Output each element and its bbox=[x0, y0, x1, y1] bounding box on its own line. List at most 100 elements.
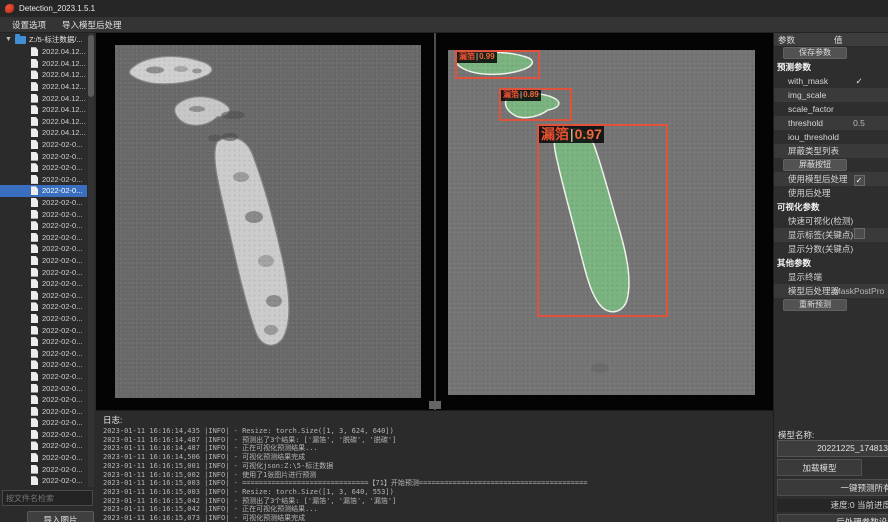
param-row: scale_factor bbox=[774, 102, 888, 116]
param-name: 其他参数 bbox=[777, 256, 811, 270]
file-item-label: 2022-02-0... bbox=[42, 326, 82, 335]
file-icon bbox=[31, 430, 38, 439]
menu-import-postprocess[interactable]: 导入模型后处理 bbox=[54, 18, 130, 32]
param-row: 显示分数(关键点) bbox=[774, 242, 888, 256]
param-name: threshold bbox=[788, 116, 823, 130]
file-item[interactable]: 2022.04.12... bbox=[0, 127, 87, 139]
file-item-label: 2022-02-0... bbox=[42, 465, 82, 474]
prediction-image bbox=[448, 50, 755, 395]
tree-root-folder[interactable]: ▼ Z:/5-标注数据/... bbox=[0, 33, 87, 46]
file-tree: ▼ Z:/5-标注数据/... 2022.04.12...2022.04.12.… bbox=[0, 33, 87, 487]
title-bar: Detection_2023.1.5.1 bbox=[0, 0, 888, 17]
param-row: threshold 0.5 bbox=[774, 116, 888, 130]
file-item-label: 2022-02-0... bbox=[42, 244, 82, 253]
file-item[interactable]: 2022-02-0... bbox=[0, 220, 87, 232]
file-item[interactable]: 2022-02-0... bbox=[0, 266, 87, 278]
file-item[interactable]: 2022-02-0... bbox=[0, 185, 87, 197]
file-item[interactable]: 2022-02-0... bbox=[0, 463, 87, 475]
predict-all-button[interactable]: 一键预测所有 bbox=[777, 479, 888, 496]
file-item[interactable]: 2022-02-0... bbox=[0, 232, 87, 244]
file-icon bbox=[31, 384, 38, 393]
file-icon bbox=[31, 94, 38, 103]
file-item-label: 2022.04.12... bbox=[42, 82, 86, 91]
file-item-label: 2022-02-0... bbox=[42, 430, 82, 439]
param-action-button[interactable]: 保存参数 bbox=[783, 47, 847, 59]
file-item[interactable]: 2022-02-0... bbox=[0, 452, 87, 464]
file-item[interactable]: 2022-02-0... bbox=[0, 371, 87, 383]
file-item-label: 2022.04.12... bbox=[42, 59, 86, 68]
file-item[interactable]: 2022-02-0... bbox=[0, 208, 87, 220]
file-item[interactable]: 2022.04.12... bbox=[0, 46, 87, 58]
file-item-label: 2022.04.12... bbox=[42, 94, 86, 103]
file-icon bbox=[31, 47, 38, 56]
param-row: 显示终端 bbox=[774, 270, 888, 284]
file-icon bbox=[31, 198, 38, 207]
file-item[interactable]: 2022.04.12... bbox=[0, 104, 87, 116]
checkbox[interactable] bbox=[854, 228, 865, 239]
file-item[interactable]: 2022-02-0... bbox=[0, 440, 87, 452]
param-action-button[interactable]: 重新预测 bbox=[783, 299, 847, 311]
file-icon bbox=[31, 128, 38, 137]
file-item-label: 2022-02-0... bbox=[42, 349, 82, 358]
file-item-label: 2022-02-0... bbox=[42, 233, 82, 242]
file-item[interactable]: 2022-02-0... bbox=[0, 417, 87, 429]
file-item[interactable]: 2022-02-0... bbox=[0, 394, 87, 406]
file-item-label: 2022.04.12... bbox=[42, 105, 86, 114]
file-item[interactable]: 2022-02-0... bbox=[0, 324, 87, 336]
file-item[interactable]: 2022-02-0... bbox=[0, 255, 87, 267]
chevron-down-icon[interactable]: ▼ bbox=[5, 36, 12, 43]
postprocess-settings-button[interactable]: 后处理参数设置 bbox=[777, 514, 888, 522]
check-icon[interactable]: ✓ bbox=[832, 74, 886, 88]
file-item[interactable]: 2022-02-0... bbox=[0, 197, 87, 209]
file-item[interactable]: 2022-02-0... bbox=[0, 139, 87, 151]
sidebar-scrollbar-thumb[interactable] bbox=[88, 35, 94, 97]
file-item[interactable]: 2022-02-0... bbox=[0, 359, 87, 371]
file-item[interactable]: 2022-02-0... bbox=[0, 278, 87, 290]
file-item[interactable]: 2022.04.12... bbox=[0, 58, 87, 70]
file-item[interactable]: 2022-02-0... bbox=[0, 382, 87, 394]
model-name-field[interactable]: 20221225_174813 bbox=[777, 440, 888, 457]
file-item-label: 2022-02-0... bbox=[42, 210, 82, 219]
param-row: img_scale bbox=[774, 88, 888, 102]
image-splitter[interactable] bbox=[434, 33, 436, 410]
app-icon bbox=[5, 4, 14, 13]
log-line: 2023-01-11 16:16:14,506 |INFO| - 可视化预测结果… bbox=[103, 453, 770, 462]
file-icon bbox=[31, 140, 38, 149]
file-item[interactable]: 2022.04.12... bbox=[0, 69, 87, 81]
file-item[interactable]: 2022-02-0... bbox=[0, 336, 87, 348]
param-value[interactable]: 0.5 bbox=[832, 116, 886, 130]
file-item[interactable]: 2022.04.12... bbox=[0, 116, 87, 128]
file-item-label: 2022-02-0... bbox=[42, 314, 82, 323]
load-model-button[interactable]: 加载模型 bbox=[777, 459, 862, 476]
file-item[interactable]: 2022-02-0... bbox=[0, 347, 87, 359]
file-item[interactable]: 2022.04.12... bbox=[0, 92, 87, 104]
filename-search-input[interactable] bbox=[2, 490, 93, 506]
file-icon bbox=[31, 117, 38, 126]
file-item[interactable]: 2022-02-0... bbox=[0, 475, 87, 487]
file-item[interactable]: 2022-02-0... bbox=[0, 289, 87, 301]
param-value[interactable]: MaskPostPro bbox=[832, 284, 886, 298]
file-item[interactable]: 2022-02-0... bbox=[0, 243, 87, 255]
param-row: 模型后处理器MaskPostPro bbox=[774, 284, 888, 298]
file-item[interactable]: 2022-02-0... bbox=[0, 313, 87, 325]
import-images-button[interactable]: 导入图片 bbox=[27, 511, 94, 522]
file-item[interactable]: 2022-02-0... bbox=[0, 162, 87, 174]
file-item[interactable]: 2022-02-0... bbox=[0, 429, 87, 441]
menu-bar: 设置选项 导入模型后处理 bbox=[0, 17, 888, 33]
param-action-button[interactable]: 屏蔽按钮 bbox=[783, 159, 847, 171]
file-icon bbox=[31, 291, 38, 300]
file-icon bbox=[31, 441, 38, 450]
checkbox[interactable]: ✓ bbox=[854, 175, 865, 186]
file-item-label: 2022-02-0... bbox=[42, 175, 82, 184]
mask-overlay bbox=[448, 50, 755, 395]
param-name: iou_threshold bbox=[788, 130, 839, 144]
file-item[interactable]: 2022-02-0... bbox=[0, 405, 87, 417]
menu-settings[interactable]: 设置选项 bbox=[4, 18, 54, 32]
sidebar-scrollbar[interactable] bbox=[88, 33, 94, 487]
splitter-handle[interactable] bbox=[429, 401, 441, 409]
file-item[interactable]: 2022-02-0... bbox=[0, 150, 87, 162]
log-lines[interactable]: 2023-01-11 16:16:14,435 |INFO| - Resize:… bbox=[103, 427, 770, 522]
file-item[interactable]: 2022-02-0... bbox=[0, 301, 87, 313]
file-item[interactable]: 2022.04.12... bbox=[0, 81, 87, 93]
file-item[interactable]: 2022-02-0... bbox=[0, 174, 87, 186]
